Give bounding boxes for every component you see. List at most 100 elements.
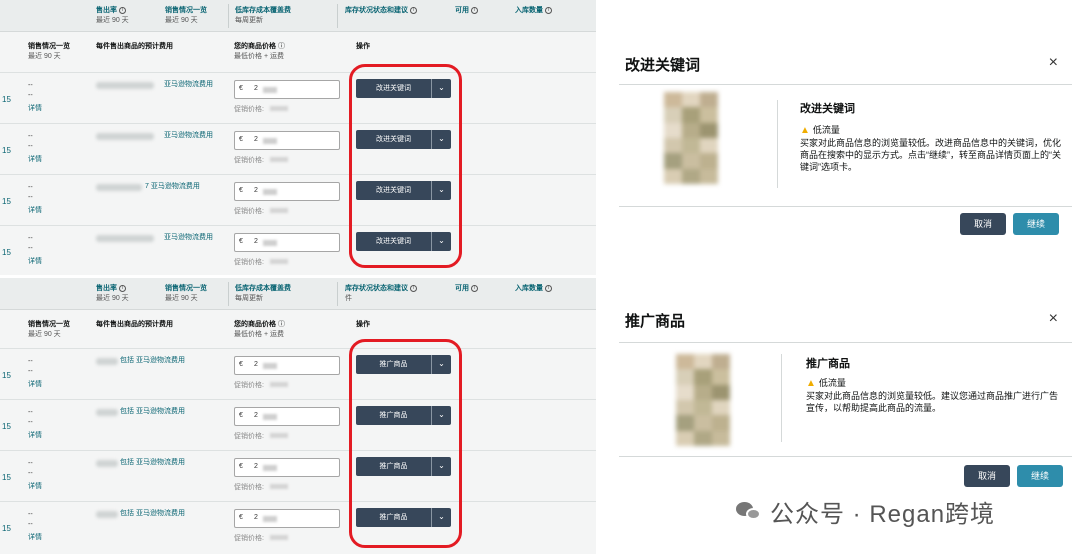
row-number[interactable]: 15: [2, 248, 11, 257]
table-row: 15 -- -- 详情 亚马逊物流费用 € 2 促销价格: 改进关键词 ⌄: [0, 72, 596, 123]
inventory-table-promote: 售出率 i 最近 90 天 销售情况一览 最近 90 天 低库存成本覆盖费 每周更…: [0, 278, 596, 554]
fba-fee-link[interactable]: 包括 亚马逊物流费用: [120, 355, 185, 365]
thumbnail-pixel: [664, 107, 682, 123]
fba-fee-link[interactable]: 包括 亚马逊物流费用: [120, 406, 185, 416]
fba-fee-link[interactable]: 包括 亚马逊物流费用: [120, 508, 185, 518]
row-number[interactable]: 15: [2, 422, 11, 431]
col-estimated-fee: 每件售出商品的预计费用: [96, 321, 173, 328]
redacted-value: [96, 235, 154, 242]
info-icon: ⓘ: [276, 43, 285, 50]
thumbnail-pixel: [664, 168, 682, 184]
product-thumbnail: [664, 92, 718, 184]
promo-price-label: 促销价格:: [234, 259, 264, 266]
info-icon: i: [410, 6, 417, 14]
divider: [228, 4, 229, 28]
thumbnail-pixel: [676, 430, 694, 446]
promo-price-label: 促销价格:: [234, 382, 264, 389]
header-inbound[interactable]: 入库数量 i: [515, 284, 552, 294]
price-input[interactable]: € 2: [234, 233, 340, 252]
header-sell-through[interactable]: 售出率 i 最近 90 天: [96, 6, 129, 26]
header-low-inventory-fee[interactable]: 低库存成本覆盖费 每周更新: [235, 6, 291, 26]
detail-link[interactable]: 详情: [28, 481, 42, 491]
fba-fee-link[interactable]: 7 亚马逊物流费用: [145, 181, 200, 191]
promo-price-label: 促销价格:: [234, 157, 264, 164]
table-row: 15 -- -- 详情 包括 亚马逊物流费用 € 2 促销价格: 推广商品 ⌄: [0, 348, 596, 399]
row-number[interactable]: 15: [2, 146, 11, 155]
table-row: 15 -- -- 详情 亚马逊物流费用 € 2 促销价格: 改进关键词 ⌄: [0, 225, 596, 275]
header-low-inventory-fee[interactable]: 低库存成本覆盖费 每周更新: [235, 284, 291, 304]
price-input[interactable]: € 2: [234, 458, 340, 477]
divider: [619, 206, 1072, 207]
promo-price-label: 促销价格:: [234, 208, 264, 215]
detail-link[interactable]: 详情: [28, 430, 42, 440]
col-sales-overview: 销售情况一览 最近 90 天: [28, 321, 70, 338]
row-number[interactable]: 15: [2, 95, 11, 104]
header-available[interactable]: 可用 i: [455, 284, 478, 294]
info-icon: ⓘ: [276, 321, 285, 328]
fba-fee-link[interactable]: 包括 亚马逊物流费用: [120, 457, 185, 467]
cancel-button[interactable]: 取消: [964, 465, 1010, 487]
price-input[interactable]: € 2: [234, 407, 340, 426]
price-input[interactable]: € 2: [234, 509, 340, 528]
fba-fee-link[interactable]: 亚马逊物流费用: [164, 232, 213, 242]
detail-link[interactable]: 详情: [28, 205, 42, 215]
fba-fee-link[interactable]: 亚马逊物流费用: [164, 79, 213, 89]
detail-link[interactable]: 详情: [28, 103, 42, 113]
header-sell-through[interactable]: 售出率 i 最近 90 天: [96, 284, 129, 304]
thumbnail-pixel: [664, 92, 682, 108]
sales-overview-value: -- --: [28, 409, 33, 426]
thumbnail-pixel: [694, 430, 712, 446]
row-number[interactable]: 15: [2, 473, 11, 482]
price-input[interactable]: € 2: [234, 131, 340, 150]
cancel-button[interactable]: 取消: [960, 213, 1006, 235]
detail-link[interactable]: 详情: [28, 379, 42, 389]
price-input[interactable]: € 2: [234, 356, 340, 375]
price-value: 2: [254, 361, 258, 368]
thumbnail-pixel: [664, 153, 682, 169]
col-sales-overview: 销售情况一览 最近 90 天: [28, 43, 70, 60]
redacted-value: [96, 511, 118, 518]
continue-button[interactable]: 继续: [1017, 465, 1063, 487]
row-number[interactable]: 15: [2, 524, 11, 533]
divider: [781, 354, 782, 442]
wechat-icon: [736, 500, 762, 522]
table-row: 15 -- -- 详情 亚马逊物流费用 € 2 促销价格: 改进关键词 ⌄: [0, 123, 596, 174]
header-inventory-status[interactable]: 库存状况状态和建议 i: [345, 6, 417, 16]
thumbnail-pixel: [712, 399, 730, 416]
table-row: 15 -- -- 详情 包括 亚马逊物流费用 € 2 促销价格: 推广商品 ⌄: [0, 399, 596, 450]
currency-symbol: €: [239, 412, 243, 419]
header-available[interactable]: 可用 i: [455, 6, 478, 16]
currency-symbol: €: [239, 514, 243, 521]
thumbnail-pixel: [700, 122, 718, 138]
thumbnail-pixel: [682, 122, 700, 138]
header-sales-overview[interactable]: 销售情况一览 最近 90 天: [165, 284, 207, 304]
watermark-text: 公众号 · Regan跨境: [770, 500, 996, 528]
low-traffic-warning: ▲ 低流量: [800, 125, 840, 136]
price-input[interactable]: € 2: [234, 80, 340, 99]
fba-fee-link[interactable]: 亚马逊物流费用: [164, 130, 213, 140]
info-icon: i: [119, 284, 126, 292]
price-input[interactable]: € 2: [234, 182, 340, 201]
detail-link[interactable]: 详情: [28, 256, 42, 266]
header-inventory-status[interactable]: 库存状况状态和建议 i 件: [345, 284, 417, 304]
redacted-value: [263, 87, 277, 93]
divider: [337, 282, 338, 306]
warning-icon: ▲: [806, 378, 816, 389]
highlight-box: [349, 64, 462, 268]
close-icon[interactable]: ×: [1049, 54, 1058, 72]
thumbnail-pixel: [676, 354, 694, 370]
row-number[interactable]: 15: [2, 197, 11, 206]
close-icon[interactable]: ×: [1049, 310, 1058, 328]
thumbnail-pixel: [700, 153, 718, 169]
row-number[interactable]: 15: [2, 371, 11, 380]
redacted-value: [270, 382, 288, 387]
detail-link[interactable]: 详情: [28, 532, 42, 542]
continue-button[interactable]: 继续: [1013, 213, 1059, 235]
sales-overview-value: -- --: [28, 511, 33, 528]
header-inbound[interactable]: 入库数量 i: [515, 6, 552, 16]
currency-symbol: €: [239, 187, 243, 194]
redacted-value: [263, 363, 277, 369]
detail-link[interactable]: 详情: [28, 154, 42, 164]
thumbnail-pixel: [694, 399, 712, 416]
header-sales-overview[interactable]: 销售情况一览 最近 90 天: [165, 6, 207, 26]
